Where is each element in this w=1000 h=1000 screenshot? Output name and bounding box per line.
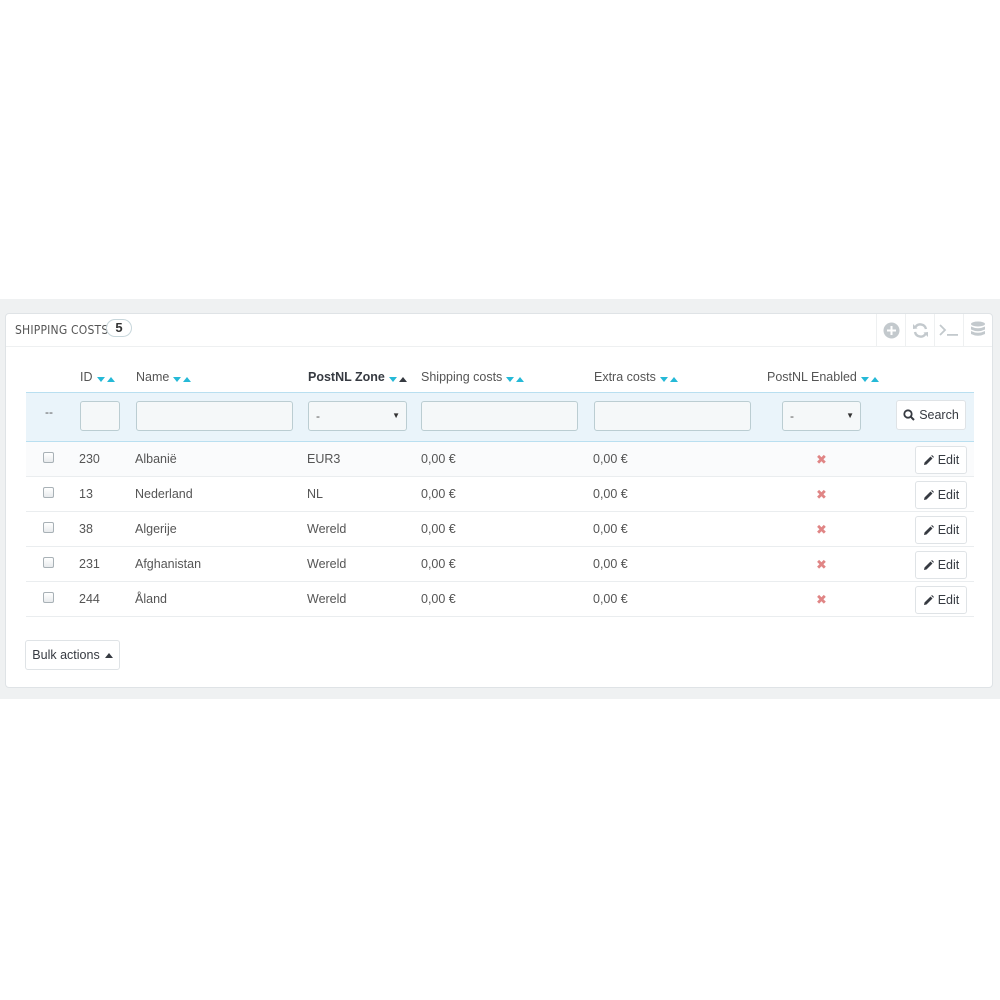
row-checkbox[interactable] [43, 522, 54, 533]
cell-id: 231 [79, 557, 100, 571]
sort-arrows-icon[interactable] [659, 371, 680, 385]
refresh-icon [912, 322, 928, 338]
cell-extra: 0,00 € [593, 522, 628, 536]
row-checkbox[interactable] [43, 557, 54, 568]
cell-zone: Wereld [307, 592, 347, 606]
cell-extra: 0,00 € [593, 487, 628, 501]
cell-id: 13 [79, 487, 93, 501]
sort-arrows-icon[interactable] [173, 371, 193, 385]
sort-arrows-icon[interactable] [96, 371, 117, 385]
filter-id-input[interactable] [80, 401, 120, 431]
column-postnl-enabled[interactable]: PostNL Enabled [767, 370, 881, 385]
table-row[interactable]: 231 Afghanistan Wereld 0,00 € 0,00 € ✖ Edit [26, 547, 974, 582]
add-new-button[interactable] [876, 314, 905, 346]
cell-zone: Wereld [307, 557, 347, 571]
filter-extra-input[interactable] [594, 401, 751, 431]
search-icon [903, 409, 915, 421]
cell-id: 244 [79, 592, 100, 606]
edit-button[interactable]: Edit [915, 481, 967, 509]
disabled-x-icon[interactable]: ✖ [816, 592, 827, 608]
cell-shipping: 0,00 € [421, 522, 456, 536]
cell-shipping: 0,00 € [421, 487, 456, 501]
cell-zone: Wereld [307, 522, 347, 536]
disabled-x-icon[interactable]: ✖ [816, 522, 827, 538]
sort-arrows-icon[interactable] [388, 371, 409, 385]
table-row[interactable]: 38 Algerije Wereld 0,00 € 0,00 € ✖ Edit [26, 512, 974, 547]
caret-up-icon [104, 652, 113, 658]
add-circle-icon [883, 322, 899, 338]
cell-shipping: 0,00 € [421, 452, 456, 466]
pencil-icon [923, 489, 934, 500]
pencil-icon [923, 524, 934, 535]
cell-name: Albanië [135, 452, 177, 466]
sql-terminal-icon [939, 324, 958, 336]
filter-enabled-select[interactable]: - ▼ [782, 401, 861, 431]
shipping-costs-panel: SHIPPING COSTS 5 ID Name PostNL Zone Shi… [5, 313, 993, 688]
column-shipping-costs[interactable]: Shipping costs [421, 370, 526, 385]
panel-toolbar [876, 314, 992, 346]
column-name[interactable]: Name [136, 370, 193, 385]
caret-down-icon: ▼ [846, 411, 854, 420]
cell-extra: 0,00 € [593, 557, 628, 571]
disabled-x-icon[interactable]: ✖ [816, 557, 827, 573]
row-checkbox[interactable] [43, 592, 54, 603]
column-id[interactable]: ID [80, 370, 117, 385]
cell-shipping: 0,00 € [421, 557, 456, 571]
filter-name-input[interactable] [136, 401, 293, 431]
table-row[interactable]: 13 Nederland NL 0,00 € 0,00 € ✖ Edit [26, 477, 974, 512]
pencil-icon [923, 559, 934, 570]
cell-id: 230 [79, 452, 100, 466]
filter-zone-select[interactable]: - ▼ [308, 401, 407, 431]
cell-name: Algerije [135, 522, 177, 536]
table-header: ID Name PostNL Zone Shipping costs Extra… [26, 366, 974, 392]
cell-extra: 0,00 € [593, 452, 628, 466]
table-row[interactable]: 244 Åland Wereld 0,00 € 0,00 € ✖ Edit [26, 582, 974, 617]
row-checkbox[interactable] [43, 452, 54, 463]
cell-extra: 0,00 € [593, 592, 628, 606]
bulk-actions-button[interactable]: Bulk actions [25, 640, 120, 670]
pencil-icon [923, 454, 934, 465]
export-button[interactable] [963, 314, 992, 346]
database-icon [971, 321, 985, 336]
cell-name: Nederland [135, 487, 193, 501]
row-checkbox[interactable] [43, 487, 54, 498]
count-badge: 5 [106, 319, 132, 337]
disabled-x-icon[interactable]: ✖ [816, 452, 827, 468]
edit-button[interactable]: Edit [915, 516, 967, 544]
cell-zone: EUR3 [307, 452, 341, 466]
filter-row: -- - ▼ - ▼ Search [26, 392, 974, 442]
panel-title: SHIPPING COSTS [15, 323, 109, 337]
edit-button[interactable]: Edit [915, 551, 967, 579]
filter-shipping-input[interactable] [421, 401, 578, 431]
cell-name: Afghanistan [135, 557, 202, 571]
table-row[interactable]: 230 Albanië EUR3 0,00 € 0,00 € ✖ Edit [26, 442, 974, 477]
column-extra-costs[interactable]: Extra costs [594, 370, 680, 385]
filter-placeholder: -- [45, 405, 53, 419]
search-button[interactable]: Search [896, 400, 966, 430]
caret-down-icon: ▼ [392, 411, 400, 420]
panel-heading: SHIPPING COSTS 5 [6, 314, 992, 347]
pencil-icon [923, 594, 934, 605]
cell-zone: NL [307, 487, 323, 501]
refresh-list-button[interactable] [905, 314, 934, 346]
sort-arrows-icon[interactable] [860, 371, 881, 385]
edit-button[interactable]: Edit [915, 586, 967, 614]
cell-name: Åland [135, 592, 167, 606]
cell-shipping: 0,00 € [421, 592, 456, 606]
cell-id: 38 [79, 522, 93, 536]
disabled-x-icon[interactable]: ✖ [816, 487, 827, 503]
table-body: 230 Albanië EUR3 0,00 € 0,00 € ✖ Edit 13 Nederla… [26, 442, 974, 617]
edit-button[interactable]: Edit [915, 446, 967, 474]
column-postnl-zone[interactable]: PostNL Zone [308, 370, 409, 385]
sql-query-button[interactable] [934, 314, 963, 346]
sort-arrows-icon[interactable] [506, 371, 526, 385]
